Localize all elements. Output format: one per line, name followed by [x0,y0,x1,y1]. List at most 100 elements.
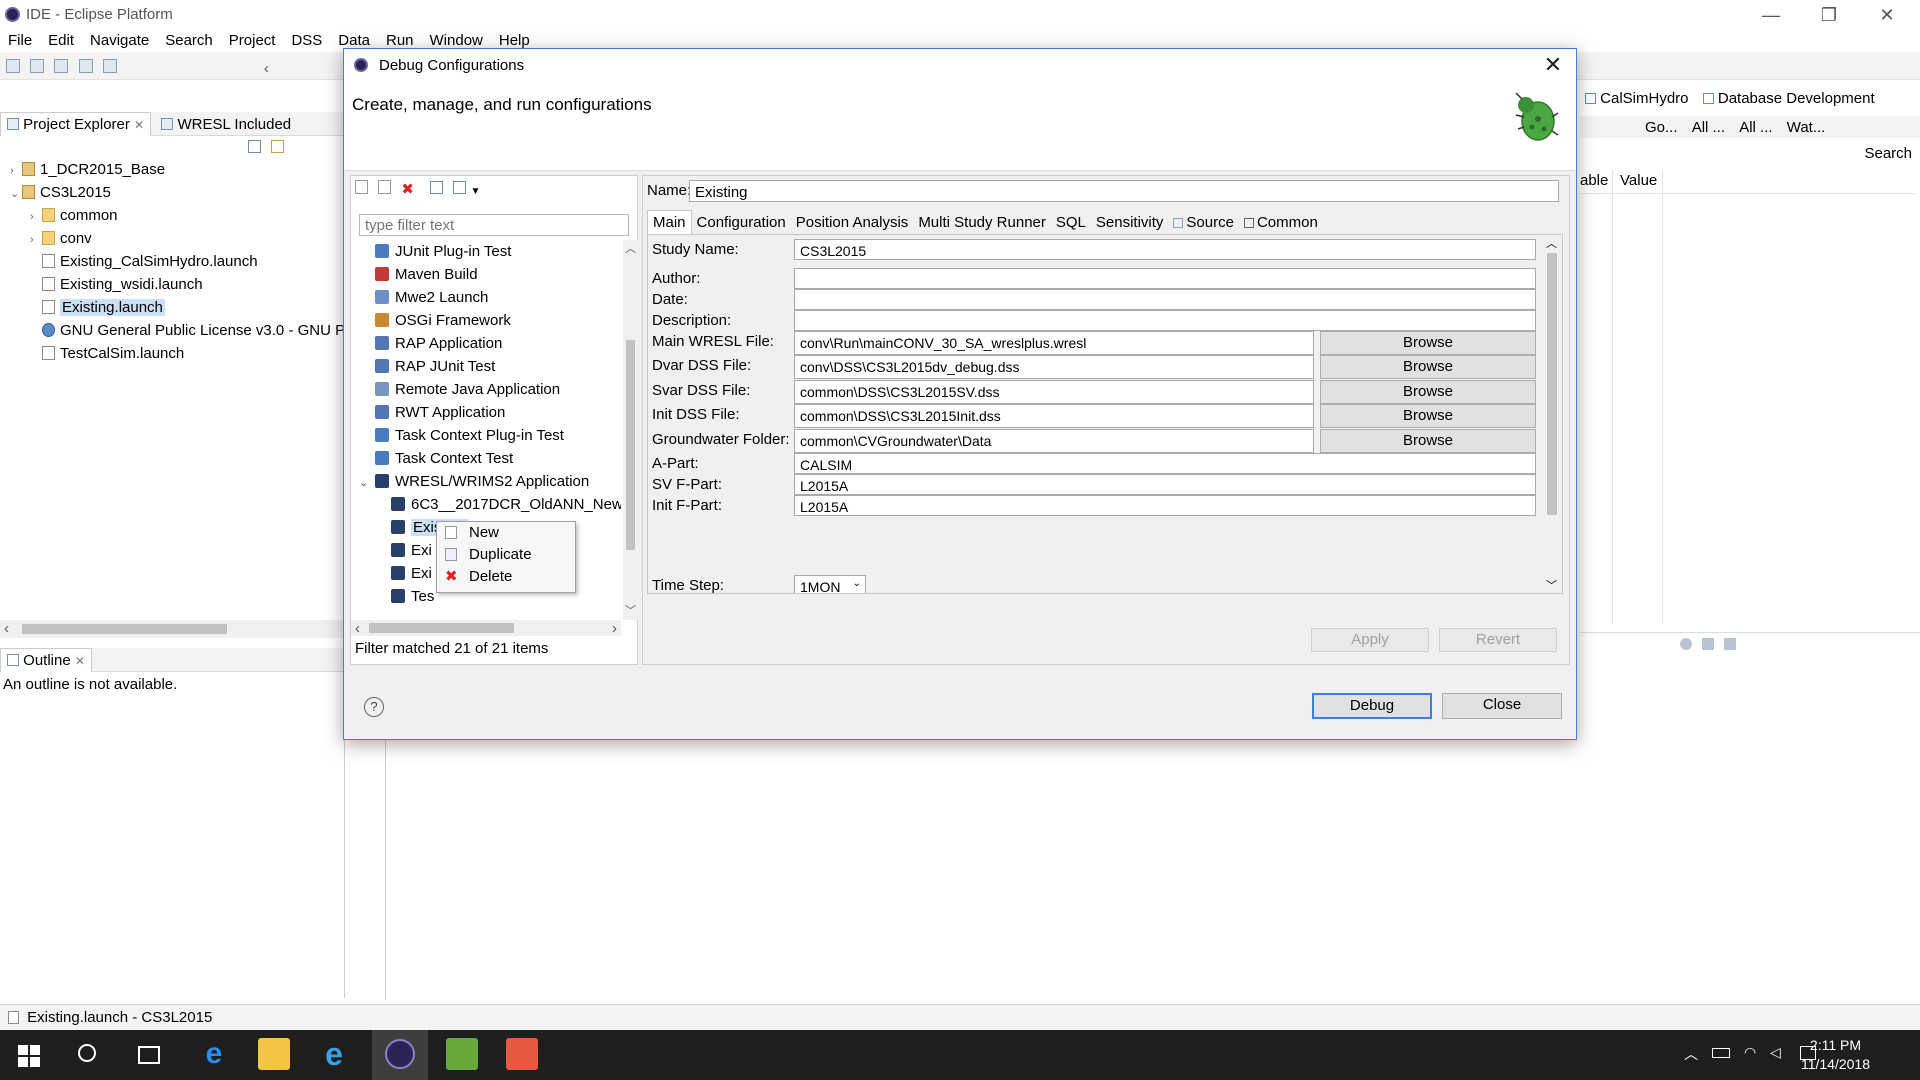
config-item[interactable]: OSGi Framework [351,309,621,332]
filter-config-icon[interactable] [453,181,467,194]
chevron-icon[interactable]: › [30,229,42,252]
battery-icon[interactable] [1712,1048,1730,1058]
ie-icon[interactable]: e [318,1038,350,1070]
name-field[interactable]: Existing [689,180,1559,202]
debug-button[interactable]: Debug [1312,693,1432,719]
delete-config-icon[interactable]: ✖ [401,180,414,198]
close-icon[interactable]: ✕ [1864,2,1910,28]
menu-project[interactable]: Project [221,30,284,51]
field-input[interactable] [794,310,1536,331]
browse-button[interactable]: Browse [1320,355,1536,379]
field-input[interactable]: CS3L2015 [794,239,1536,260]
app-green-icon[interactable] [446,1038,478,1070]
menu-navigate[interactable]: Navigate [82,30,157,51]
explorer-item[interactable]: Existing_wsidi.launch [0,273,344,296]
menu-search[interactable]: Search [157,30,221,51]
volume-icon[interactable]: ◁ [1770,1044,1781,1061]
field-input[interactable]: CALSIM [794,453,1536,474]
config-item[interactable]: RWT Application [351,401,621,424]
search-label[interactable]: Search [1864,145,1912,162]
new-config-icon[interactable] [355,180,368,194]
close-button[interactable]: Close [1442,693,1562,719]
tab-source[interactable]: Source [1168,211,1239,234]
tab-sql[interactable]: SQL [1051,211,1091,234]
wifi-icon[interactable]: ◠ [1744,1044,1756,1061]
menu-edit[interactable]: Edit [40,30,82,51]
tab-project-explorer[interactable]: Project Explorer ✕ [0,112,152,136]
clock[interactable]: 2:11 PM 11/14/2018 [1801,1036,1870,1074]
config-item[interactable]: Task Context Test [351,447,621,470]
tab-wresl-included[interactable]: WRESL Included [155,113,297,136]
config-item[interactable]: Task Context Plug-in Test [351,424,621,447]
save-icon[interactable] [54,59,69,73]
print-icon[interactable] [102,59,117,73]
field-input[interactable]: conv\Run\mainCONV_30_SA_wreslplus.wresl [794,331,1314,355]
new-icon[interactable] [6,59,20,73]
tray-chevron-icon[interactable]: ︿ [1684,1044,1698,1064]
chevron-icon[interactable]: › [30,206,42,229]
config-vscroll[interactable]: ︿ ﹀ [623,240,638,620]
chevron-icon[interactable]: ⌄ [10,183,22,206]
tab-watch[interactable]: Wat... [1782,116,1831,139]
back-icon[interactable]: ‹ [264,60,269,77]
chevron-down-icon[interactable]: ⌄ [359,472,375,495]
explorer-hscroll[interactable]: ‹ [0,620,345,638]
explorer-item[interactable]: Existing_CalSimHydro.launch [0,250,344,273]
config-item[interactable]: 6C3__2017DCR_OldANN_New [351,493,621,516]
explorer-item[interactable]: GNU General Public License v3.0 - GNU Pr [0,319,350,342]
field-input[interactable]: common\DSS\CS3L2015SV.dss [794,380,1314,404]
field-input[interactable]: conv\DSS\CS3L2015dv_debug.dss [794,355,1314,379]
explorer-item[interactable]: › conv [0,227,344,250]
duplicate-config-icon[interactable] [378,180,392,194]
field-input[interactable] [794,289,1536,310]
column-variable[interactable]: able [1580,172,1608,189]
search-icon[interactable] [78,1044,96,1062]
explorer-item[interactable]: › common [0,204,344,227]
console-icon-2[interactable] [1702,638,1715,650]
chevron-icon[interactable]: › [10,160,22,183]
tab-all-2[interactable]: All ... [1734,116,1777,139]
field-input[interactable]: L2015A [794,474,1536,495]
apply-button[interactable]: Apply [1311,628,1429,652]
edge-icon[interactable]: e [198,1038,230,1070]
tab-common[interactable]: Common [1239,211,1323,234]
tab-sensitivity[interactable]: Sensitivity [1091,211,1169,234]
config-item[interactable]: ⌄ WRESL/WRIMS2 Application [351,470,621,493]
config-item[interactable]: JUnit Plug-in Test [351,240,621,263]
browse-button[interactable]: Browse [1320,404,1536,428]
browse-button[interactable]: Browse [1320,380,1536,404]
eclipse-taskbar-icon[interactable] [372,1030,428,1080]
help-icon[interactable]: ? [364,697,384,717]
chevron-down-icon[interactable]: ▼ [470,186,480,197]
perspective-database-development[interactable]: Database Development [1702,90,1875,107]
column-value[interactable]: Value [1620,172,1657,189]
config-item[interactable]: RAP Application [351,332,621,355]
field-input[interactable]: common\CVGroundwater\Data [794,429,1314,453]
browse-button[interactable]: Browse [1320,331,1536,355]
file-explorer-icon[interactable] [258,1038,290,1070]
collapse-all-icon[interactable] [247,140,261,153]
config-hscroll[interactable]: ‹ › [351,620,621,637]
config-item[interactable]: RAP JUnit Test [351,355,621,378]
tab-main[interactable]: Main [647,210,692,234]
link-editor-icon[interactable] [271,140,284,153]
menu-file[interactable]: File [0,30,40,51]
tab-all-1[interactable]: All ... [1687,116,1730,139]
revert-button[interactable]: Revert [1439,628,1557,652]
field-input[interactable]: L2015A [794,495,1536,516]
new-project-icon[interactable] [30,59,45,73]
save-all-icon[interactable] [78,59,93,73]
task-view-icon[interactable] [138,1046,160,1064]
menu-dss[interactable]: DSS [283,30,330,51]
start-icon[interactable] [18,1045,40,1067]
app-red-icon[interactable] [506,1038,538,1070]
field-input[interactable] [794,268,1536,289]
field-input[interactable]: common\DSS\CS3L2015Init.dss [794,404,1314,428]
context-duplicate[interactable]: Duplicate [437,544,575,566]
tab-outline[interactable]: Outline ✕ [0,648,92,672]
fields-vscroll[interactable]: ︿ ﹀ [1543,235,1561,593]
perspective-calsimhydro[interactable]: CalSimHydro [1585,90,1693,107]
collapse-all-icon[interactable] [430,181,444,194]
minimize-icon[interactable]: — [1748,2,1794,28]
explorer-item[interactable]: TestCalSim.launch [0,342,344,365]
